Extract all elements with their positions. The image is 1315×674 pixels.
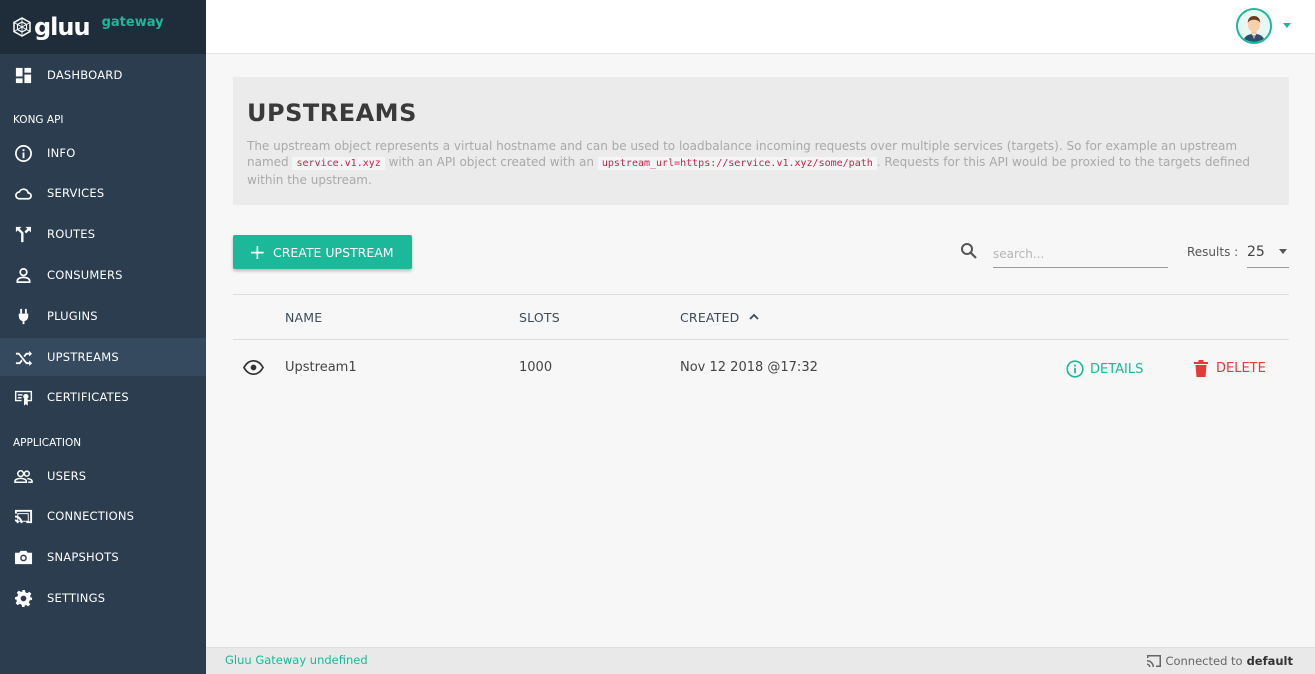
sidebar-item-plugins[interactable]: PLUGINS <box>0 297 206 335</box>
eye-icon[interactable] <box>243 359 264 376</box>
cast-icon <box>13 506 33 526</box>
page-title: UPSTREAMS <box>247 99 417 127</box>
cast-icon <box>1147 655 1162 667</box>
sidebar-item-routes[interactable]: ROUTES <box>0 215 206 253</box>
sidebar-item-label: CONSUMERS <box>47 268 123 282</box>
details-button[interactable]: DETAILS <box>1066 360 1143 378</box>
users-icon <box>13 466 33 486</box>
sidebar-item-label: USERS <box>47 469 87 483</box>
cloud-icon <box>13 183 33 203</box>
routes-icon <box>13 224 33 244</box>
desc-code: upstream_url=https://service.v1.xyz/some… <box>597 157 877 170</box>
table-divider <box>233 294 1289 295</box>
sidebar-item-label: CONNECTIONS <box>47 509 135 523</box>
user-menu-caret-icon[interactable] <box>1283 23 1291 28</box>
sidebar-item-consumers[interactable]: CONSUMERS <box>0 256 206 294</box>
sidebar: gluu gateway DASHBOARD KONG API INFO SER… <box>0 0 206 674</box>
section-kong-api: KONG API <box>13 114 64 126</box>
info-icon <box>13 143 33 163</box>
results-label: Results : <box>1187 245 1239 259</box>
connection-status: Connected to default <box>1147 654 1293 668</box>
results-per-page-select[interactable]: 25 <box>1247 240 1289 268</box>
sidebar-item-label: INFO <box>47 146 76 160</box>
sidebar-item-certificates[interactable]: CERTIFICATES <box>0 378 206 416</box>
sidebar-item-snapshots[interactable]: SNAPSHOTS <box>0 538 206 576</box>
sidebar-item-label: SETTINGS <box>47 591 106 605</box>
sidebar-item-users[interactable]: USERS <box>0 457 206 495</box>
user-avatar[interactable] <box>1236 8 1272 44</box>
sidebar-item-label: SNAPSHOTS <box>47 550 119 564</box>
info-icon <box>1066 360 1084 378</box>
search-icon[interactable] <box>960 242 978 260</box>
sidebar-item-info[interactable]: INFO <box>0 134 206 172</box>
brand-name: gluu <box>34 13 91 41</box>
plug-icon <box>13 306 33 326</box>
sidebar-item-label: PLUGINS <box>47 309 98 323</box>
footer: Gluu Gateway undefined Connected to defa… <box>206 647 1315 674</box>
column-header-slots[interactable]: SLOTS <box>519 310 560 325</box>
details-label: DETAILS <box>1090 361 1144 377</box>
sidebar-item-label: CERTIFICATES <box>47 390 129 404</box>
sidebar-item-connections[interactable]: CONNECTIONS <box>0 497 206 535</box>
gluu-logo-icon <box>13 17 31 37</box>
camera-icon <box>13 547 33 567</box>
sort-ascending-icon[interactable] <box>749 312 759 322</box>
connection-name: default <box>1246 654 1293 668</box>
create-upstream-label: CREATE UPSTREAM <box>273 244 394 260</box>
delete-button[interactable]: DELETE <box>1193 360 1266 377</box>
section-application: APPLICATION <box>13 437 82 449</box>
table-divider <box>233 339 1289 340</box>
connection-prefix: Connected to <box>1165 654 1243 668</box>
sidebar-item-label: SERVICES <box>47 186 105 200</box>
upstream-name: Upstream1 <box>285 360 357 375</box>
avatar-icon <box>1238 10 1270 42</box>
page-header-panel: UPSTREAMS The upstream object represents… <box>233 77 1289 205</box>
sidebar-item-label: ROUTES <box>47 227 96 241</box>
desc-code: service.v1.xyz <box>292 157 385 170</box>
search-input[interactable] <box>993 240 1168 268</box>
column-header-created[interactable]: CREATED <box>680 310 739 325</box>
create-upstream-button[interactable]: + CREATE UPSTREAM <box>233 235 412 269</box>
plus-icon: + <box>249 240 266 264</box>
user-icon <box>13 265 33 285</box>
brand-sub: gateway <box>101 14 164 30</box>
sidebar-item-settings[interactable]: SETTINGS <box>0 579 206 617</box>
desc-text: with an API object created with an <box>388 155 595 169</box>
results-value: 25 <box>1247 244 1265 260</box>
column-header-name[interactable]: NAME <box>285 310 322 325</box>
page-description: The upstream object represents a virtual… <box>247 138 1277 188</box>
footer-version: Gluu Gateway undefined <box>225 653 368 667</box>
gear-icon <box>13 588 33 608</box>
sidebar-item-services[interactable]: SERVICES <box>0 174 206 212</box>
sidebar-item-label: UPSTREAMS <box>47 350 119 364</box>
chevron-down-icon <box>1279 249 1287 254</box>
sidebar-item-label: DASHBOARD <box>47 68 123 82</box>
upstream-created: Nov 12 2018 @17:32 <box>680 360 818 375</box>
top-bar <box>206 0 1315 54</box>
dashboard-icon <box>13 65 33 85</box>
upstream-slots: 1000 <box>519 360 553 375</box>
sidebar-item-dashboard[interactable]: DASHBOARD <box>0 56 206 94</box>
sidebar-item-upstreams[interactable]: UPSTREAMS <box>0 338 206 376</box>
brand-logo[interactable]: gluu gateway <box>0 0 206 54</box>
trash-icon <box>1194 360 1208 377</box>
shuffle-icon <box>13 347 33 367</box>
certificate-icon <box>13 387 33 407</box>
delete-label: DELETE <box>1216 361 1266 376</box>
